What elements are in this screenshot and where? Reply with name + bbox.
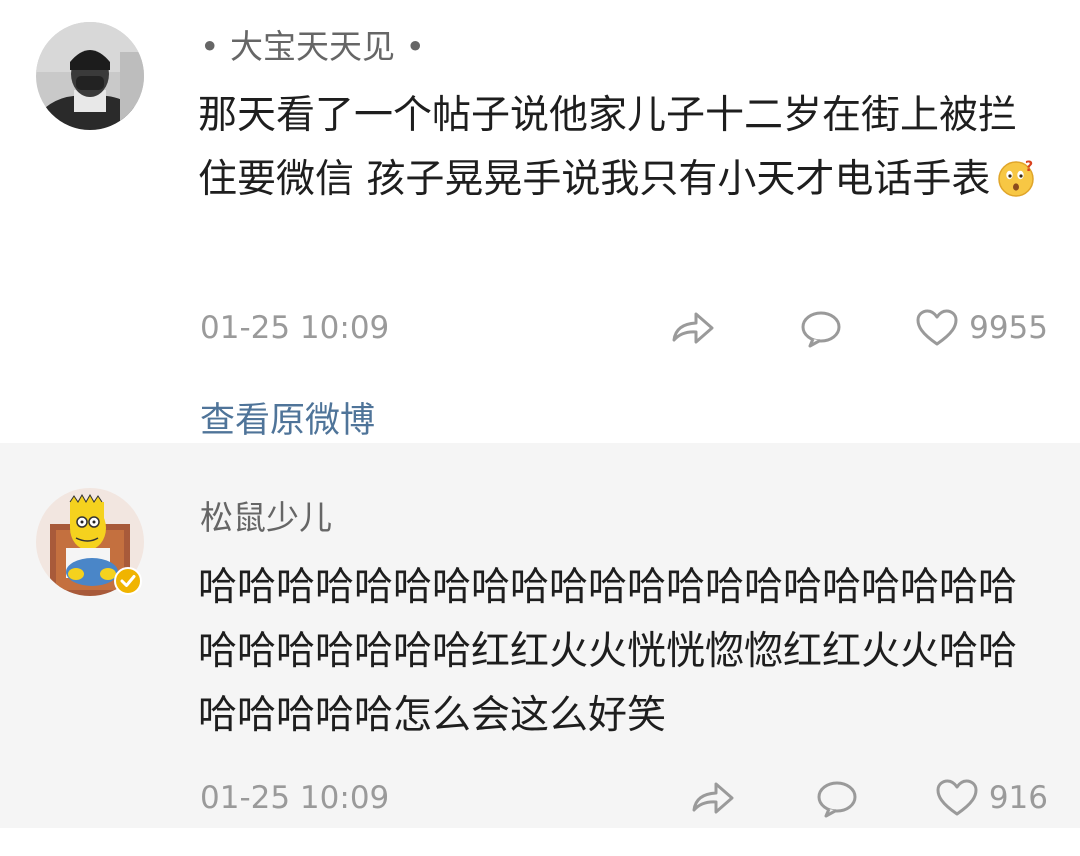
timestamp: 01-25 10:09 bbox=[200, 780, 390, 816]
heart-icon bbox=[935, 778, 979, 818]
like-button[interactable]: 9955 bbox=[915, 306, 1048, 350]
comment-text: 哈哈哈哈哈哈哈哈哈哈哈哈哈哈哈哈哈哈哈哈哈哈哈哈哈哈哈哈红红火火恍恍惚惚红红火火… bbox=[198, 565, 1018, 738]
heart-icon bbox=[915, 308, 959, 348]
username[interactable]: 松鼠少儿 bbox=[200, 491, 332, 539]
username[interactable]: • 大宝天天见 • bbox=[200, 20, 425, 68]
comment-bubble-icon bbox=[798, 308, 844, 348]
comment-bubble-icon bbox=[814, 778, 860, 818]
comment-meta: 01-25 10:09 916 bbox=[200, 772, 1048, 822]
like-count: 916 bbox=[988, 780, 1048, 816]
comment-meta: 01-25 10:09 9955 bbox=[200, 302, 1048, 352]
comment-button[interactable] bbox=[798, 306, 844, 350]
bottom-divider bbox=[0, 828, 1080, 856]
comment-text: 那天看了一个帖子说他家儿子十二岁在街上被拦住要微信 孩子晃晃手说我只有小天才电话… bbox=[198, 84, 1048, 212]
like-count: 9955 bbox=[969, 310, 1048, 346]
comment-text-content: 那天看了一个帖子说他家儿子十二岁在街上被拦住要微信 孩子晃晃手说我只有小天才电话… bbox=[198, 93, 1018, 202]
like-button[interactable]: 916 bbox=[935, 776, 1048, 820]
share-button[interactable] bbox=[668, 306, 716, 350]
thinking-face-emoji: ? bbox=[996, 158, 1036, 198]
comment-item: 松鼠少儿 哈哈哈哈哈哈哈哈哈哈哈哈哈哈哈哈哈哈哈哈哈哈哈哈哈哈哈哈红红火火恍恍惚… bbox=[0, 443, 1080, 828]
timestamp: 01-25 10:09 bbox=[200, 310, 390, 346]
share-arrow-icon bbox=[668, 308, 716, 348]
svg-text:?: ? bbox=[1025, 159, 1033, 175]
comment-item: • 大宝天天见 • 那天看了一个帖子说他家儿子十二岁在街上被拦住要微信 孩子晃晃… bbox=[0, 0, 1080, 443]
avatar[interactable] bbox=[36, 22, 144, 130]
share-arrow-icon bbox=[688, 778, 736, 818]
comment-button[interactable] bbox=[814, 776, 860, 820]
view-original-weibo-link[interactable]: 查看原微博 bbox=[200, 392, 375, 443]
verified-badge-icon bbox=[114, 567, 142, 595]
share-button[interactable] bbox=[688, 776, 736, 820]
